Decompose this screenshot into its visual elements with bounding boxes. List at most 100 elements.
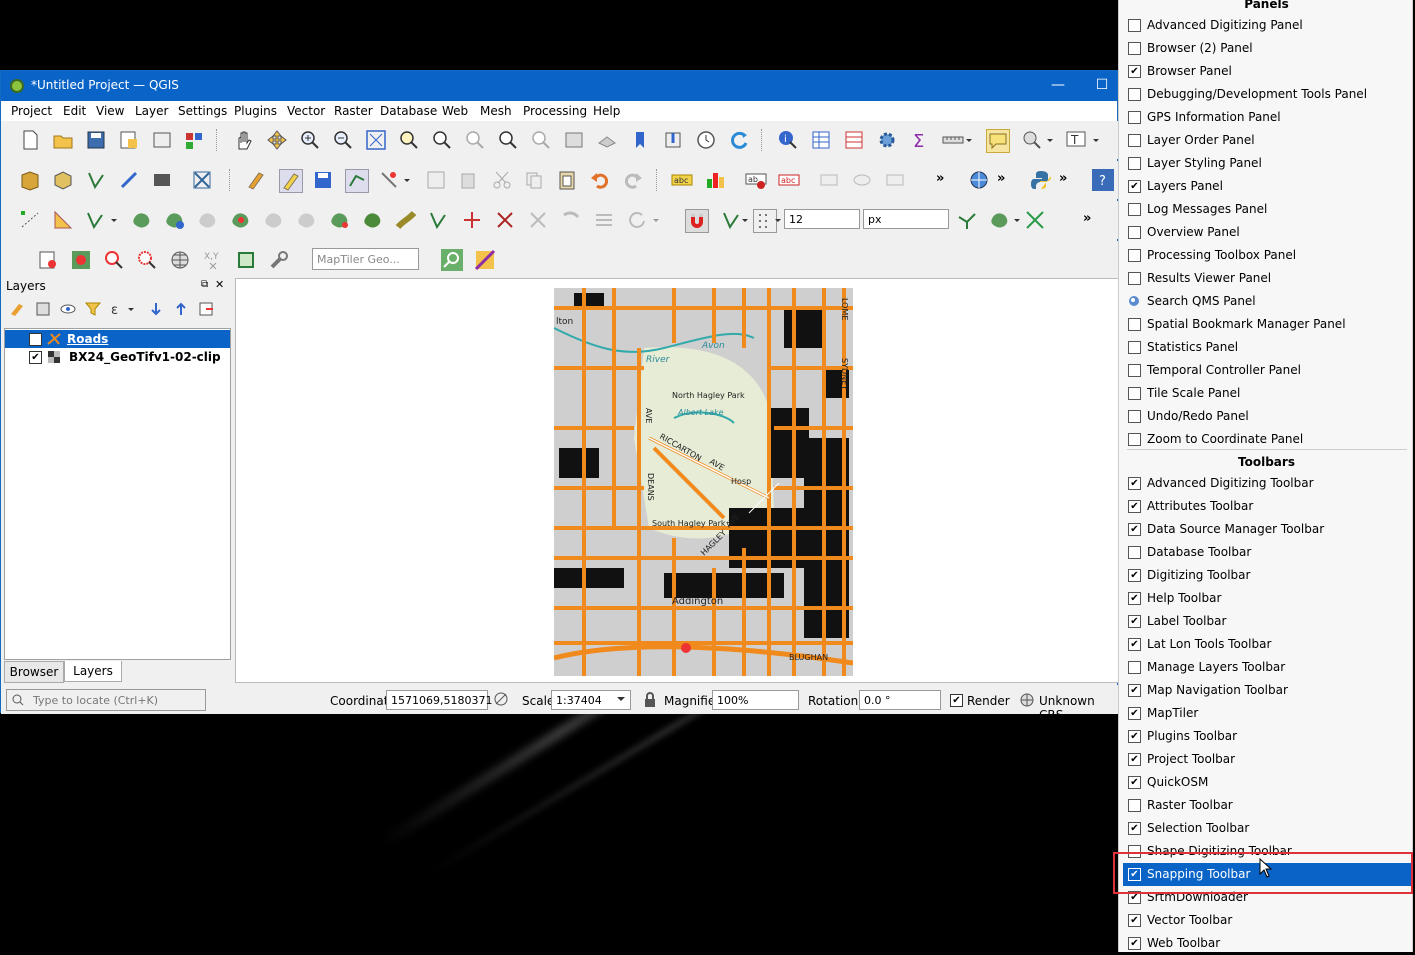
- new-spatial-bookmark-icon[interactable]: [37, 249, 59, 271]
- panel-menu-item[interactable]: Statistics Panel: [1123, 336, 1411, 359]
- menu-checkbox[interactable]: ✔: [1128, 569, 1141, 582]
- rotate-features-icon[interactable]: [626, 209, 648, 231]
- advanced-digitizing-icon[interactable]: [19, 209, 41, 231]
- offset-curve-icon[interactable]: [329, 209, 351, 231]
- new-bookmark-icon[interactable]: [629, 129, 651, 151]
- menu-mesh[interactable]: Mesh: [480, 104, 512, 118]
- panel-menu-item[interactable]: Debugging/Development Tools Panel: [1123, 83, 1411, 106]
- panel-menu-item[interactable]: Layer Order Panel: [1123, 129, 1411, 152]
- expand-all-icon[interactable]: [147, 300, 165, 318]
- chevron-down-icon[interactable]: [127, 300, 135, 318]
- chevron-down-icon[interactable]: [964, 129, 974, 151]
- menu-checkbox[interactable]: [1128, 318, 1141, 331]
- menu-database[interactable]: Database: [380, 104, 437, 118]
- menu-checkbox[interactable]: ✔: [1128, 523, 1141, 536]
- new-map-view-icon[interactable]: [563, 129, 585, 151]
- toolbar-overflow-icon[interactable]: »: [997, 171, 1005, 186]
- zoom-to-selection-icon[interactable]: [398, 129, 420, 151]
- rotate-label-icon[interactable]: [851, 169, 873, 191]
- toolbar-overflow-icon[interactable]: »: [1059, 171, 1067, 186]
- crs-label[interactable]: Unknown CRS: [1039, 694, 1119, 722]
- menu-settings[interactable]: Settings: [178, 104, 227, 118]
- menu-checkbox[interactable]: [1128, 157, 1141, 170]
- offset-point-symbols-icon[interactable]: [527, 209, 549, 231]
- text-annotation-icon[interactable]: T: [1065, 129, 1087, 151]
- panel-menu-item[interactable]: Spatial Bookmark Manager Panel: [1123, 313, 1411, 336]
- reshape-features-icon[interactable]: [296, 209, 318, 231]
- cut-features-icon[interactable]: [491, 169, 513, 191]
- menu-checkbox[interactable]: ✔: [1128, 615, 1141, 628]
- help-icon[interactable]: ?: [1092, 169, 1114, 191]
- layer-item-raster[interactable]: ✔ BX24_GeoTifv1-02-clip: [5, 348, 230, 366]
- toolbar-menu-item[interactable]: ✔ Lat Lon Tools Toolbar: [1123, 633, 1411, 656]
- menu-checkbox[interactable]: [1128, 546, 1141, 559]
- panel-menu-item[interactable]: Tile Scale Panel: [1123, 382, 1411, 405]
- add-circular-string-icon[interactable]: [85, 209, 107, 231]
- menu-checkbox[interactable]: [1128, 134, 1141, 147]
- menu-checkbox[interactable]: [1128, 19, 1141, 32]
- show-bookmarks-icon[interactable]: [662, 129, 684, 151]
- manage-map-themes-eye-icon[interactable]: [59, 300, 77, 318]
- chevron-down-icon[interactable]: [651, 209, 661, 231]
- toggle-editing-pencil-icon[interactable]: [279, 169, 303, 193]
- search-zoom-icon[interactable]: [103, 249, 125, 271]
- layout-manager-icon[interactable]: [151, 129, 173, 151]
- tab-browser[interactable]: Browser: [4, 661, 64, 683]
- menu-project[interactable]: Project: [11, 104, 52, 118]
- zoom-native-resolution-icon[interactable]: [464, 129, 486, 151]
- menu-checkbox[interactable]: ✔: [1128, 65, 1141, 78]
- chevron-down-icon[interactable]: [616, 694, 626, 704]
- chevron-down-icon[interactable]: [773, 209, 783, 231]
- filter-legend-icon[interactable]: [84, 300, 102, 318]
- globe-icon[interactable]: [169, 249, 191, 271]
- menu-checkbox[interactable]: ✔: [1128, 500, 1141, 513]
- add-ring-icon[interactable]: [131, 209, 153, 231]
- toggle-extents-mouse-icon[interactable]: [493, 691, 509, 707]
- toolbar-menu-item[interactable]: ✔ Label Toolbar: [1123, 610, 1411, 633]
- toolbar-menu-item[interactable]: ✔ Advanced Digitizing Toolbar: [1123, 472, 1411, 495]
- crs-globe-icon[interactable]: [1019, 692, 1035, 708]
- pin-labels-icon[interactable]: ab: [745, 169, 767, 191]
- digitize-point-icon[interactable]: [70, 249, 92, 271]
- copy-features-icon[interactable]: [523, 169, 545, 191]
- panel-menu-item[interactable]: ✔ Browser Panel: [1123, 60, 1411, 83]
- zoom-out-icon[interactable]: [332, 129, 354, 151]
- zoom-full-icon[interactable]: [365, 129, 387, 151]
- toolbar-menu-item[interactable]: Raster Toolbar: [1123, 794, 1411, 817]
- menu-checkbox[interactable]: ✔: [1128, 753, 1141, 766]
- annotation-tools-icon[interactable]: [1021, 129, 1043, 151]
- merge-attributes-icon[interactable]: [461, 209, 483, 231]
- menu-checkbox[interactable]: [1128, 203, 1141, 216]
- zoom-in-icon[interactable]: [299, 129, 321, 151]
- data-source-manager-icon[interactable]: [19, 169, 41, 191]
- temporal-clock-icon[interactable]: [695, 129, 717, 151]
- menu-checkbox[interactable]: [1128, 226, 1141, 239]
- multizoom-icon[interactable]: [136, 249, 158, 271]
- new-print-layout-icon[interactable]: [118, 129, 140, 151]
- wrench-settings-icon[interactable]: [268, 249, 290, 271]
- diagram-options-icon[interactable]: [704, 169, 726, 191]
- delete-selected-icon[interactable]: [457, 169, 479, 191]
- rotation-spinbox[interactable]: 0.0 °: [859, 690, 941, 710]
- panel-menu-item[interactable]: Layer Styling Panel: [1123, 152, 1411, 175]
- menu-checkbox[interactable]: [1128, 410, 1141, 423]
- digitize-line-icon[interactable]: [345, 169, 369, 193]
- enable-snapping-magnet-icon[interactable]: [685, 209, 709, 233]
- remove-layer-icon[interactable]: [197, 300, 215, 318]
- lock-scale-icon[interactable]: [643, 692, 657, 708]
- python-console-icon[interactable]: [1030, 169, 1052, 191]
- panel-menu-item[interactable]: Overview Panel: [1123, 221, 1411, 244]
- toolbar-menu-item[interactable]: ✔ QuickOSM: [1123, 771, 1411, 794]
- chevron-down-icon[interactable]: [1045, 129, 1055, 151]
- menu-checkbox[interactable]: [1128, 387, 1141, 400]
- split-features-icon[interactable]: [362, 209, 384, 231]
- open-project-icon[interactable]: [52, 129, 74, 151]
- render-checkbox[interactable]: ✔: [950, 694, 963, 707]
- minimize-button[interactable]: —: [1047, 75, 1069, 95]
- menu-checkbox[interactable]: ✔: [1128, 592, 1141, 605]
- topographic-map-raster[interactable]: lton River Avon North Hagley Park Albert…: [554, 288, 853, 676]
- new-spatialite-layer-icon[interactable]: [118, 169, 140, 191]
- geocoder-search-icon[interactable]: [441, 249, 463, 271]
- digitize-polygon-icon[interactable]: [235, 249, 257, 271]
- layer-visibility-checkbox[interactable]: ✔: [29, 333, 42, 346]
